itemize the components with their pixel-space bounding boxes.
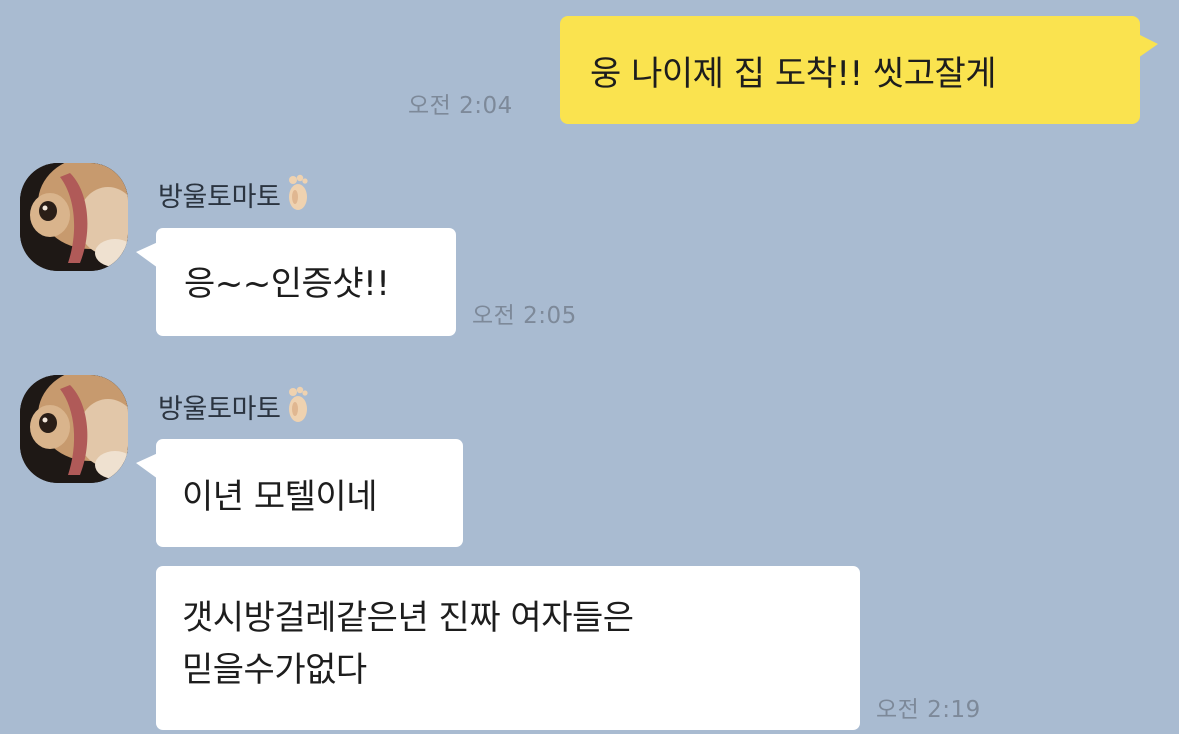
sender-avatar[interactable]	[20, 375, 128, 483]
incoming-message-text-line: 믿을수가없다	[182, 650, 367, 690]
message-time: 오전 2:04	[408, 93, 513, 119]
sender-name-text: 방울토마토	[158, 182, 281, 213]
chat-view: 오전 2:04 웅 나이제 집 도착!! 씻고잘게 방울토마토 응~~인증샷!!…	[0, 0, 1179, 734]
foot-icon	[285, 172, 311, 219]
incoming-message-text: 응~~인증샷!!	[184, 264, 390, 304]
foot-icon	[285, 384, 311, 431]
incoming-message-bubble[interactable]: 응~~인증샷!!	[136, 228, 456, 336]
message-time: 오전 2:05	[472, 303, 577, 329]
incoming-message-text-line: 갯시방걸레같은년 진짜 여자들은	[182, 598, 634, 638]
outgoing-message-bubble[interactable]: 웅 나이제 집 도착!! 씻고잘게	[560, 16, 1158, 124]
incoming-message-bubble[interactable]: 갯시방걸레같은년 진짜 여자들은 믿을수가없다	[156, 566, 860, 730]
incoming-message-text: 이년 모텔이네	[182, 477, 378, 517]
sender-avatar[interactable]	[20, 163, 128, 271]
puppy-photo-icon	[20, 163, 128, 271]
puppy-photo-icon	[20, 375, 128, 483]
incoming-message-bubble[interactable]: 이년 모텔이네	[136, 439, 463, 547]
sender-name: 방울토마토	[158, 384, 311, 431]
sender-name-text: 방울토마토	[158, 394, 281, 425]
sender-name: 방울토마토	[158, 172, 311, 219]
outgoing-message-text: 웅 나이제 집 도착!! 씻고잘게	[590, 54, 997, 94]
message-time: 오전 2:19	[876, 697, 981, 723]
